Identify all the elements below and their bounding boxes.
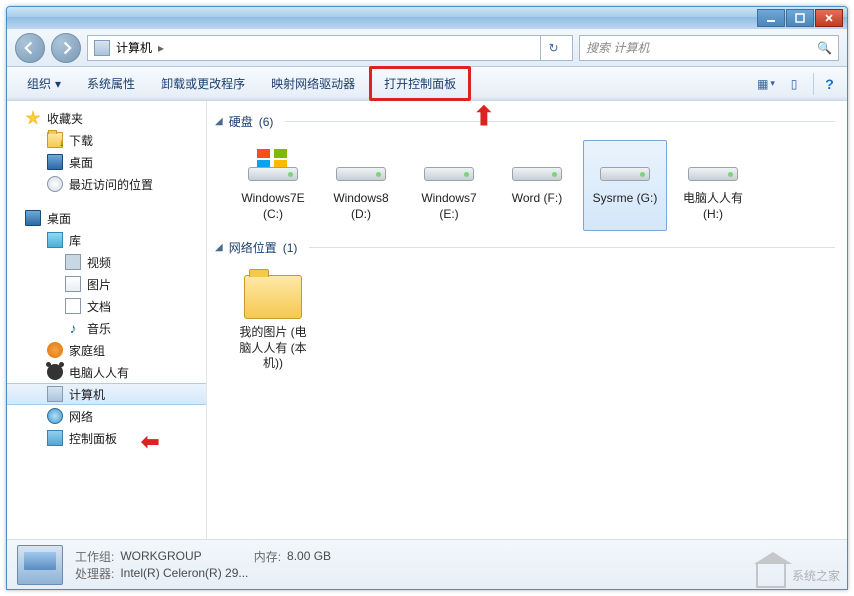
drive-icon	[511, 149, 563, 185]
workgroup-value: WORKGROUP	[120, 549, 201, 563]
open-control-panel-button[interactable]: 打开控制面板	[369, 66, 471, 101]
drive-label: Windows7E (C:)	[234, 191, 312, 222]
drive-label: Windows7 (E:)	[410, 191, 488, 222]
pictures-icon	[65, 276, 81, 292]
network-item[interactable]: 我的图片 (电脑人人有 (本机))	[231, 266, 315, 381]
drive-item[interactable]: Windows8 (D:)	[319, 140, 403, 231]
drive-label: Sysrme (G:)	[586, 191, 664, 207]
sidebar-pictures[interactable]: 图片	[7, 273, 206, 295]
drive-item[interactable]: Windows7E (C:)	[231, 140, 315, 231]
drive-icon	[247, 149, 299, 185]
sidebar-desktop-root[interactable]: 桌面	[7, 207, 206, 229]
nav-bar: 计算机 ▸ ↻ 搜索 计算机 🔍	[7, 29, 847, 67]
star-icon	[25, 110, 41, 126]
maximize-button[interactable]	[786, 9, 814, 27]
sidebar-documents[interactable]: 文档	[7, 295, 206, 317]
cpu-label: 处理器:	[75, 565, 114, 582]
memory-value: 8.00 GB	[287, 549, 331, 563]
homegroup-icon	[47, 342, 63, 358]
address-bar[interactable]: 计算机 ▸ ↻	[87, 35, 573, 61]
address-icon	[94, 40, 110, 56]
drive-icon	[599, 149, 651, 185]
back-button[interactable]	[15, 33, 45, 63]
desktop-icon	[25, 210, 41, 226]
address-label: 计算机	[116, 39, 152, 56]
sidebar-computer[interactable]: 计算机	[7, 383, 206, 405]
documents-icon	[65, 298, 81, 314]
toolbar: 组织 ▾ 系统属性 卸载或更改程序 映射网络驱动器 打开控制面板 ▦▾ ▯ ?	[7, 67, 847, 101]
annotation-arrow-up: ⬆	[473, 101, 495, 132]
network-icon	[47, 408, 63, 424]
annotation-arrow-left: ⬅	[141, 429, 207, 455]
network-location-list: 我的图片 (电脑人人有 (本机))	[215, 266, 835, 381]
memory-label: 内存:	[254, 548, 281, 565]
sidebar-videos[interactable]: 视频	[7, 251, 206, 273]
window-titlebar	[7, 7, 847, 29]
drive-icon	[687, 149, 739, 185]
drive-icon	[423, 149, 475, 185]
downloads-icon	[47, 132, 63, 148]
explorer-window: 计算机 ▸ ↻ 搜索 计算机 🔍 组织 ▾ 系统属性 卸载或更改程序 映射网络驱…	[6, 6, 848, 590]
user-icon	[47, 364, 63, 380]
search-box[interactable]: 搜索 计算机 🔍	[579, 35, 839, 61]
main-split: 收藏夹 下载 桌面 最近访问的位置 桌面 库 视频 图片 文档 ♪音乐 家庭组 …	[7, 101, 847, 539]
map-network-drive-button[interactable]: 映射网络驱动器	[259, 69, 367, 98]
preview-pane-button[interactable]: ▯	[781, 73, 807, 95]
uninstall-program-button[interactable]: 卸载或更改程序	[149, 69, 257, 98]
collapse-icon[interactable]: ◢	[215, 242, 223, 253]
content-pane[interactable]: ◢ 硬盘 (6) Windows7E (C:)Windows8 (D:)Wind…	[207, 101, 847, 539]
organize-menu[interactable]: 组织 ▾	[15, 69, 73, 98]
drive-item[interactable]: Windows7 (E:)	[407, 140, 491, 231]
sidebar-homegroup[interactable]: 家庭组	[7, 339, 206, 361]
search-placeholder: 搜索 计算机	[586, 39, 649, 56]
sidebar-favorites[interactable]: 收藏夹	[7, 107, 206, 129]
folder-icon	[244, 275, 302, 319]
drive-list: Windows7E (C:) Windows8 (D:) Windows7 (E:)…	[215, 140, 835, 231]
refresh-button[interactable]: ↻	[540, 35, 566, 61]
drive-label: Windows8 (D:)	[322, 191, 400, 222]
drive-icon	[335, 149, 387, 185]
control-panel-icon	[47, 430, 63, 446]
view-grid-icon: ▦	[757, 77, 768, 91]
close-button[interactable]	[815, 9, 843, 27]
navigation-pane[interactable]: 收藏夹 下载 桌面 最近访问的位置 桌面 库 视频 图片 文档 ♪音乐 家庭组 …	[7, 101, 207, 539]
help-icon: ?	[825, 76, 834, 92]
sidebar-network[interactable]: 网络	[7, 405, 206, 427]
chevron-down-icon: ▾	[770, 78, 775, 89]
help-button[interactable]: ?	[813, 73, 839, 95]
drive-item[interactable]: Sysrme (G:)	[583, 140, 667, 231]
sidebar-downloads[interactable]: 下载	[7, 129, 206, 151]
workgroup-label: 工作组:	[75, 548, 114, 565]
sidebar-music[interactable]: ♪音乐	[7, 317, 206, 339]
music-icon: ♪	[65, 320, 81, 336]
drive-label: Word (F:)	[498, 191, 576, 207]
drive-label: 电脑人人有 (H:)	[674, 191, 752, 222]
minimize-button[interactable]	[757, 9, 785, 27]
sidebar-library[interactable]: 库	[7, 229, 206, 251]
view-mode-button[interactable]: ▦▾	[753, 73, 779, 95]
group-network-locations[interactable]: ◢ 网络位置 (1)	[215, 231, 835, 266]
address-separator: ▸	[158, 41, 164, 55]
chevron-down-icon: ▾	[55, 77, 61, 91]
sidebar-desktop[interactable]: 桌面	[7, 151, 206, 173]
search-icon[interactable]: 🔍	[817, 41, 832, 55]
recent-icon	[47, 176, 63, 192]
network-item-label: 我的图片 (电脑人人有 (本机))	[234, 325, 312, 372]
forward-button[interactable]	[51, 33, 81, 63]
computer-large-icon	[17, 545, 63, 585]
drive-item[interactable]: Word (F:)	[495, 140, 579, 231]
details-pane: 工作组: WORKGROUP 内存: 8.00 GB 处理器: Intel(R)…	[7, 539, 847, 589]
system-properties-button[interactable]: 系统属性	[75, 69, 147, 98]
desktop-icon	[47, 154, 63, 170]
sidebar-recent[interactable]: 最近访问的位置	[7, 173, 206, 195]
computer-icon	[47, 386, 63, 402]
video-icon	[65, 254, 81, 270]
cpu-value: Intel(R) Celeron(R) 29...	[120, 566, 248, 580]
drive-item[interactable]: 电脑人人有 (H:)	[671, 140, 755, 231]
sidebar-user[interactable]: 电脑人人有	[7, 361, 206, 383]
collapse-icon[interactable]: ◢	[215, 116, 223, 127]
library-icon	[47, 232, 63, 248]
group-hard-drives[interactable]: ◢ 硬盘 (6)	[215, 105, 835, 140]
